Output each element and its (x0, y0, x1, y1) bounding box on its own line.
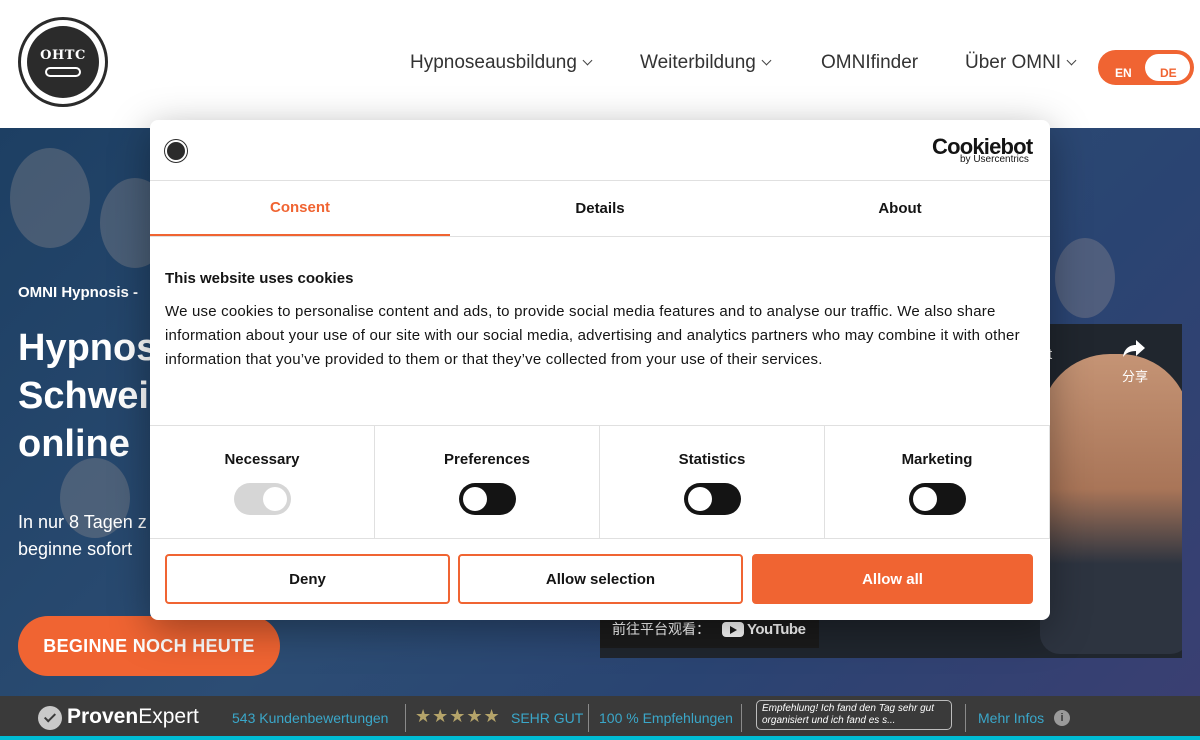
category-necessary: Necessary (150, 425, 375, 538)
share-icon[interactable] (1122, 338, 1146, 358)
tab-consent[interactable]: Consent (150, 180, 450, 236)
toggle-marketing[interactable] (909, 483, 966, 515)
category-label: Marketing (901, 451, 973, 468)
toggle-knob (913, 487, 937, 511)
nav-item-label: Weiterbildung (640, 52, 756, 73)
toggle-knob (463, 487, 487, 511)
cta-button[interactable]: BEGINNE NOCH HEUTE (18, 616, 280, 676)
site-header: OHTC Hypnoseausbildung Weiterbildung OMN… (0, 0, 1200, 128)
more-info-link[interactable]: Mehr Infos (978, 710, 1044, 726)
toggle-statistics[interactable] (684, 483, 741, 515)
proven-expert-brand: ProvenExpert (67, 705, 199, 729)
category-preferences: Preferences (375, 425, 600, 538)
cookiebot-sublabel: by Usercentrics (960, 154, 1029, 165)
category-marketing: Marketing (825, 425, 1050, 538)
divider (150, 236, 1050, 237)
toggle-necessary (234, 483, 291, 515)
share-label[interactable]: 分享 (1122, 366, 1148, 385)
youtube-wordmark: YouTube (747, 620, 806, 638)
nav-item-omnifinder[interactable]: OMNIfinder (821, 52, 918, 74)
nav-item-ueber-omni[interactable]: Über OMNI (965, 52, 1077, 74)
brand-regular: Expert (138, 705, 199, 728)
divider (741, 704, 742, 732)
consent-body-text: We use cookies to personalise content an… (165, 303, 1020, 368)
youtube-play-icon (722, 621, 744, 637)
hero-title-line: Hypnos (18, 327, 158, 369)
hero-background-person (10, 148, 90, 248)
video-thumbnail-person (1040, 354, 1182, 654)
rating-label: SEHR GUT (511, 710, 584, 726)
hero-title-line: online (18, 423, 130, 465)
language-switch[interactable]: EN DE (1098, 50, 1194, 85)
cookie-consent-dialog: Cookiebot by Usercentrics Consent Detail… (150, 120, 1050, 620)
lang-option-de-active[interactable]: DE (1145, 54, 1190, 81)
brand-bold: Proven (67, 705, 139, 728)
proven-expert-bar[interactable]: ProvenExpert 543 Kundenbewertungen ★★★★★… (0, 696, 1200, 740)
category-label: Statistics (678, 451, 746, 468)
consent-heading: This website uses cookies (165, 270, 354, 287)
nav-item-weiterbildung[interactable]: Weiterbildung (640, 52, 772, 74)
toggle-knob (263, 487, 287, 511)
review-count[interactable]: 543 Kundenbewertungen (232, 710, 388, 726)
toggle-preferences[interactable] (459, 483, 516, 515)
hero-title-line: Schweiz (18, 375, 168, 417)
category-label: Preferences (444, 451, 530, 468)
chevron-down-icon (761, 55, 772, 66)
nav-item-hypnoseausbildung[interactable]: Hypnoseausbildung (410, 52, 593, 74)
divider (150, 538, 1050, 539)
divider (405, 704, 406, 732)
divider (588, 704, 589, 732)
category-label: Necessary (224, 451, 300, 468)
allow-selection-button[interactable]: Allow selection (458, 554, 743, 604)
hero-subtitle: OMNI Hypnosis - (18, 284, 139, 301)
logo-mark-icon (45, 66, 81, 77)
nav-item-label: Hypnoseausbildung (410, 52, 577, 73)
divider (965, 704, 966, 732)
logo-emblem: OHTC (27, 26, 99, 98)
ohtc-logo[interactable]: OHTC (18, 17, 108, 107)
rating-stars-icon: ★★★★★ (415, 706, 501, 726)
site-logo-small-icon (165, 140, 187, 162)
tab-details[interactable]: Details (450, 180, 750, 236)
lang-option-en[interactable]: EN (1115, 66, 1132, 80)
watch-label: 前往平台观看： (612, 621, 710, 637)
hero-text-line: In nur 8 Tagen z (18, 512, 147, 532)
deny-button[interactable]: Deny (165, 554, 450, 604)
logo-text: OHTC (40, 47, 86, 63)
recommend-rate: 100 % Empfehlungen (599, 710, 733, 726)
nav-item-label: Über OMNI (965, 52, 1062, 73)
check-badge-icon (38, 706, 62, 730)
youtube-logo: YouTube (722, 620, 806, 638)
review-quote[interactable]: Empfehlung! Ich fand den Tag sehr gut or… (756, 700, 952, 730)
chevron-down-icon (582, 55, 593, 66)
tab-about[interactable]: About (750, 180, 1050, 236)
lang-option-de: DE (1160, 66, 1177, 80)
nav-item-label: OMNIfinder (821, 52, 919, 73)
toggle-knob (688, 487, 712, 511)
category-statistics: Statistics (600, 425, 825, 538)
hero-text-line: beginne sofort (18, 539, 133, 559)
chevron-down-icon (1066, 55, 1077, 66)
hero-background-person (1055, 238, 1115, 318)
info-icon[interactable]: i (1054, 710, 1070, 726)
allow-all-button[interactable]: Allow all (752, 554, 1033, 604)
